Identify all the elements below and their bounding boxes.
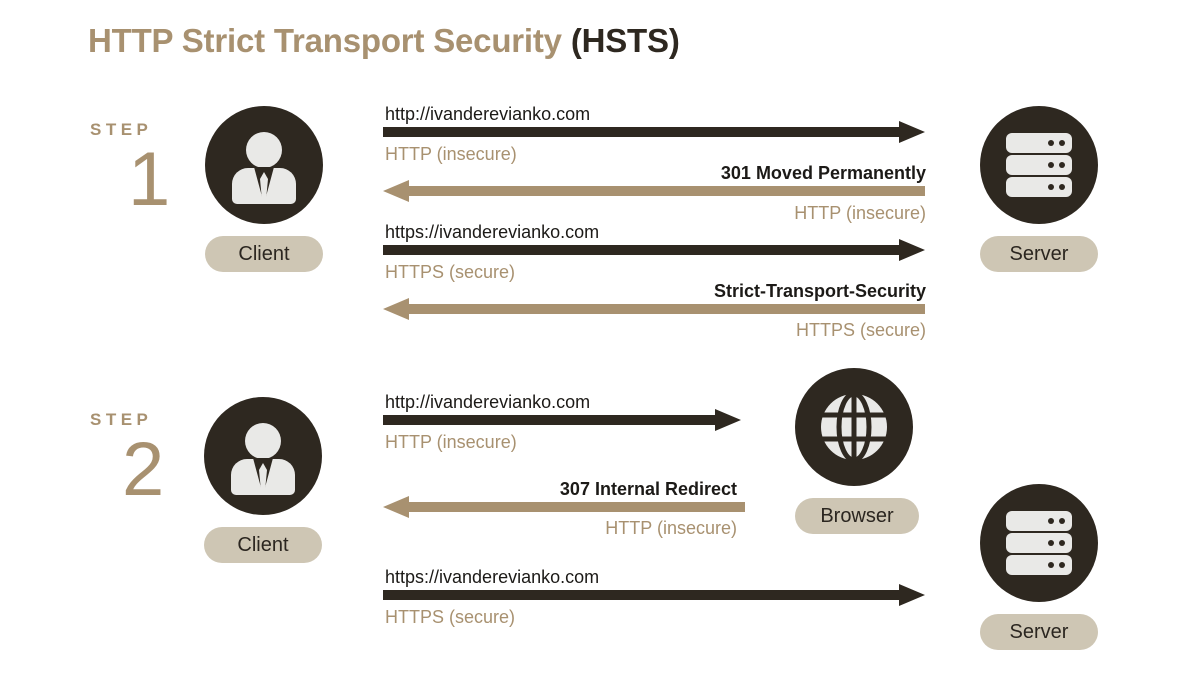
person-icon-head	[246, 132, 282, 168]
arrow-right-s2m3	[383, 584, 925, 606]
arrow-right-s1m3	[383, 239, 925, 261]
arrow-right-s1m1	[383, 121, 925, 143]
message-protocol-s2m1: HTTP (insecure)	[385, 432, 517, 452]
node-client-2: Client	[204, 397, 322, 563]
node-label-client-2: Client	[204, 527, 322, 563]
node-label-server-2: Server	[980, 614, 1098, 650]
arrow-left-s1m4	[383, 298, 925, 320]
server-icon-dot	[1048, 140, 1054, 146]
arrow-left-s1m2	[383, 180, 925, 202]
node-label-browser: Browser	[795, 498, 919, 534]
arrow-right-s2m1	[383, 409, 741, 431]
message-protocol-s2m2: HTTP (insecure)	[605, 518, 737, 538]
server-icon-bar	[1006, 555, 1072, 575]
page-title-sub: (HSTS)	[570, 22, 680, 59]
server-icon-bar	[1006, 155, 1072, 175]
person-icon-head	[245, 423, 281, 459]
node-label-server-1: Server	[980, 236, 1098, 272]
server-icon-dot	[1048, 518, 1054, 524]
node-client-1: Client	[205, 106, 323, 272]
node-label-client-1: Client	[205, 236, 323, 272]
globe-icon	[821, 391, 887, 463]
message-protocol-s2m3: HTTPS (secure)	[385, 607, 516, 627]
message-protocol-s1m4: HTTPS (secure)	[795, 320, 926, 340]
node-server-1: Server	[980, 106, 1098, 272]
server-icon-dot	[1048, 184, 1054, 190]
step-2-number: 2	[122, 427, 165, 512]
server-icon-bar	[1006, 133, 1072, 153]
server-icon-circle	[980, 106, 1098, 224]
message-protocol-s1m1: HTTP (insecure)	[385, 144, 517, 164]
server-icon-dot	[1059, 184, 1065, 190]
server-icon-bar	[1006, 511, 1072, 531]
message-protocol-s1m3: HTTPS (secure)	[385, 262, 516, 282]
server-icon-circle	[980, 484, 1098, 602]
server-icon-dot	[1048, 540, 1054, 546]
server-icon-dot	[1059, 140, 1065, 146]
server-icon-dot	[1059, 562, 1065, 568]
server-icon-dot	[1059, 162, 1065, 168]
node-browser: Browser	[795, 368, 919, 534]
browser-icon-circle	[795, 368, 913, 486]
server-icon-dot	[1048, 562, 1054, 568]
step-1-number: 1	[128, 137, 171, 222]
client-icon-circle	[204, 397, 322, 515]
page-title: HTTP Strict Transport Security (HSTS)	[88, 22, 680, 60]
arrow-left-s2m2	[383, 496, 745, 518]
server-icon-bar	[1006, 177, 1072, 197]
message-protocol-s1m2: HTTP (insecure)	[794, 203, 926, 223]
server-icon-bar	[1006, 533, 1072, 553]
diagram-canvas: HTTP Strict Transport Security (HSTS) ST…	[0, 0, 1200, 675]
server-icon-dot	[1059, 540, 1065, 546]
server-icon-dot	[1059, 518, 1065, 524]
client-icon-circle	[205, 106, 323, 224]
node-server-2: Server	[980, 484, 1098, 650]
server-icon-dot	[1048, 162, 1054, 168]
page-title-main: HTTP Strict Transport Security	[88, 22, 571, 59]
